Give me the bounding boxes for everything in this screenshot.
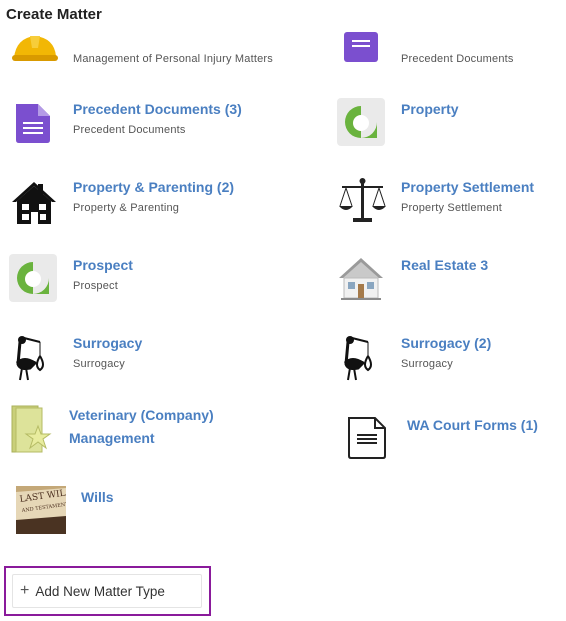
- matter-type-property-parenting[interactable]: Property & Parenting (2) Property & Pare…: [10, 176, 300, 226]
- property-logo-icon: [337, 98, 385, 146]
- matter-subtitle: Management of Personal Injury Matters: [73, 53, 273, 65]
- house-icon: [12, 182, 56, 224]
- matter-title[interactable]: Surrogacy: [73, 332, 142, 355]
- matter-title[interactable]: Prospect: [73, 254, 133, 277]
- matter-type-wa-court-forms[interactable]: WA Court Forms (1): [343, 414, 563, 464]
- matter-type-precedent-documents-3[interactable]: Precedent Documents (3) Precedent Docume…: [10, 98, 300, 148]
- plus-icon: +: [20, 582, 30, 599]
- matter-title[interactable]: Surrogacy (2): [401, 332, 491, 355]
- matter-title[interactable]: Property Settlement: [401, 176, 534, 199]
- matter-type-veterinary[interactable]: Veterinary (Company) Management: [10, 404, 300, 456]
- matter-subtitle: Property Settlement: [401, 202, 503, 214]
- add-button-label: Add New Matter Type: [35, 583, 165, 599]
- matter-subtitle: Surrogacy: [401, 358, 453, 370]
- matter-type-surrogacy[interactable]: Surrogacy Surrogacy: [10, 332, 300, 382]
- document-icon: [16, 104, 50, 143]
- matter-type-surrogacy-2[interactable]: Surrogacy (2) Surrogacy: [338, 332, 558, 382]
- matter-subtitle: Precedent Documents: [401, 53, 514, 65]
- matter-type-wills[interactable]: LAST WIL AND TESTAMENT Wills: [16, 486, 216, 536]
- matter-title-continued[interactable]: Management: [69, 427, 289, 450]
- add-new-matter-type-button[interactable]: + Add New Matter Type: [12, 574, 202, 608]
- stork-icon: [16, 336, 44, 381]
- matter-title[interactable]: Property: [401, 98, 459, 121]
- add-matter-highlight: + Add New Matter Type: [4, 566, 211, 616]
- matter-subtitle: Precedent Documents: [73, 124, 186, 136]
- matter-title[interactable]: WA Court Forms (1): [407, 414, 538, 437]
- will-document-icon: LAST WIL AND TESTAMENT: [16, 486, 66, 534]
- real-estate-house-icon: [339, 258, 383, 300]
- matter-title[interactable]: Wills: [81, 486, 114, 509]
- matter-title[interactable]: Property & Parenting (2): [73, 176, 234, 199]
- folder-star-icon: [11, 405, 52, 453]
- page-header: Create Matter: [0, 0, 566, 30]
- property-logo-icon: [9, 254, 57, 302]
- matter-type-real-estate-3[interactable]: Real Estate 3: [337, 254, 557, 304]
- matter-type-property[interactable]: Property: [337, 98, 557, 148]
- matter-title[interactable]: Veterinary (Company): [69, 404, 289, 427]
- matter-subtitle: Surrogacy: [73, 358, 125, 370]
- matter-title[interactable]: Real Estate 3: [401, 254, 488, 277]
- page-title: Create Matter: [6, 6, 102, 23]
- matter-type-property-settlement[interactable]: Property Settlement Property Settlement: [338, 176, 560, 226]
- stork-icon: [344, 336, 372, 381]
- matter-type-prospect[interactable]: Prospect Prospect: [9, 254, 299, 304]
- matter-title[interactable]: Precedent Documents (3): [73, 98, 242, 121]
- form-document-icon: [348, 417, 386, 459]
- matter-subtitle: Prospect: [73, 280, 119, 292]
- matter-subtitle: Property & Parenting: [73, 202, 180, 214]
- scales-icon: [339, 178, 386, 222]
